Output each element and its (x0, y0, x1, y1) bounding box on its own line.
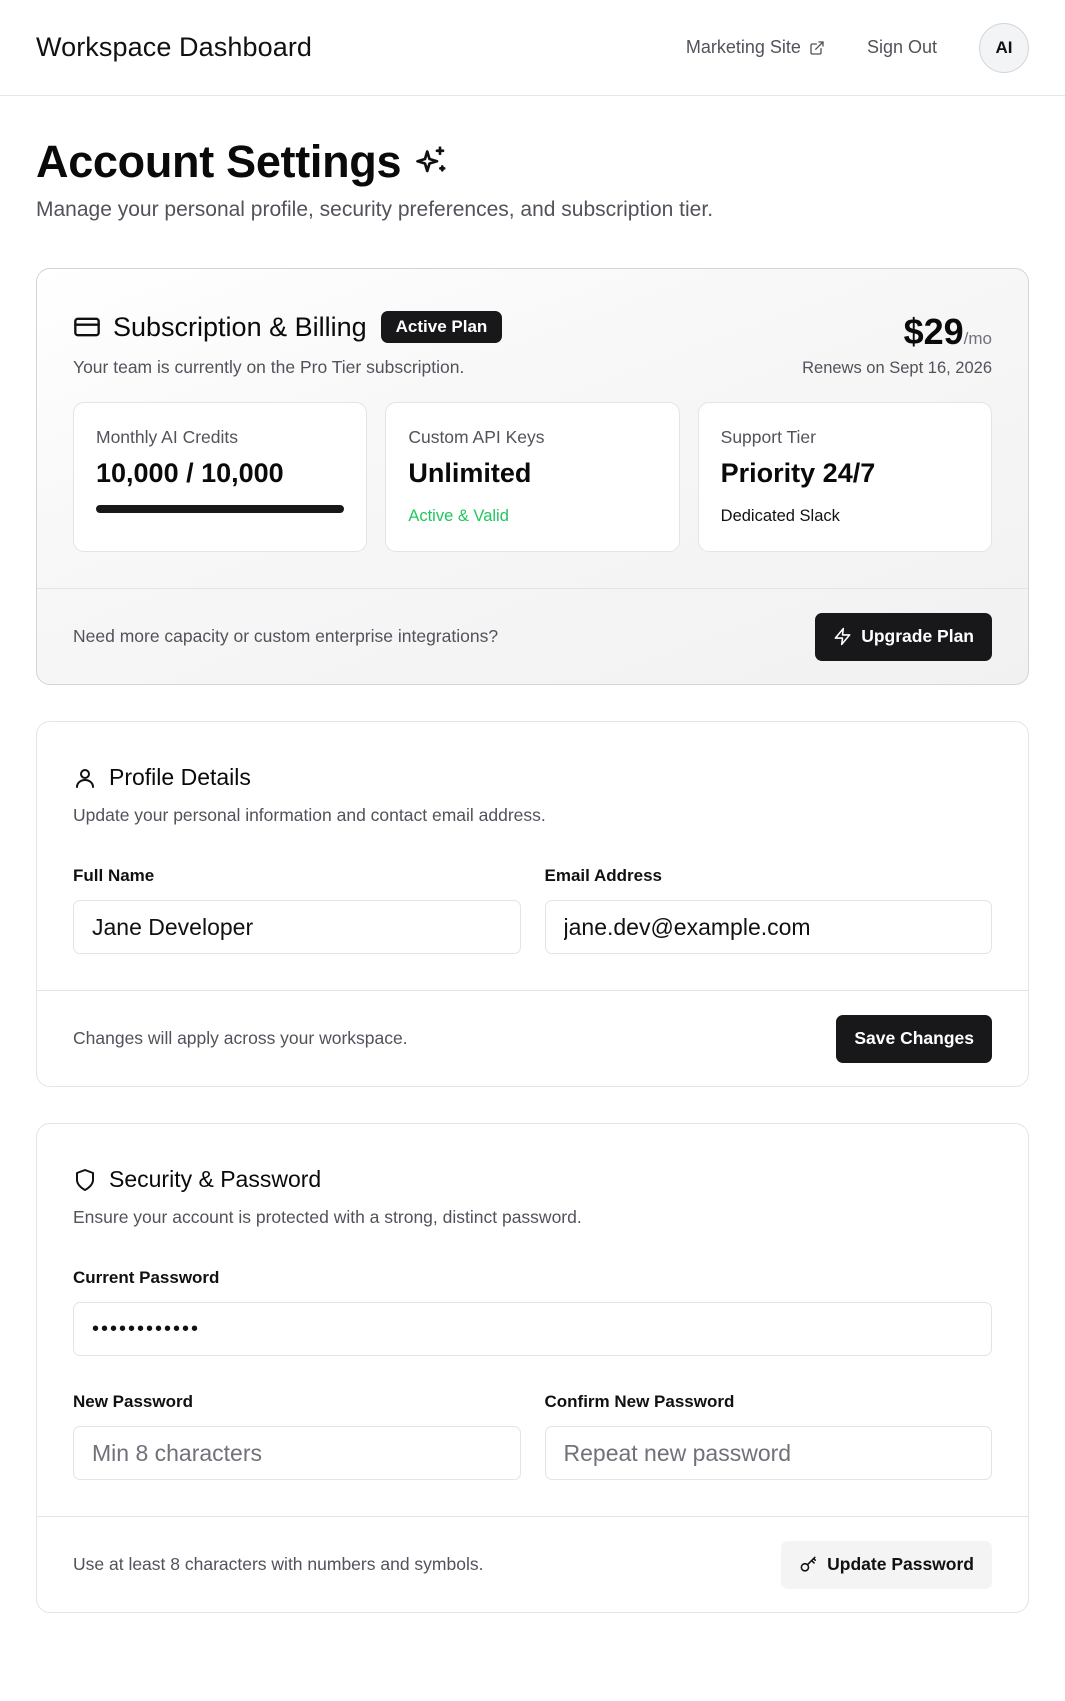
credits-progress-bar (96, 505, 345, 513)
main-content: Account Settings Manage your personal pr… (0, 96, 1065, 1613)
new-password-label: New Password (73, 1392, 193, 1411)
security-card: Security & Password Ensure your account … (36, 1123, 1029, 1613)
sign-out-link[interactable]: Sign Out (867, 37, 937, 58)
billing-header: Subscription & Billing Active Plan Your … (37, 269, 1028, 378)
upgrade-plan-button[interactable]: Upgrade Plan (815, 612, 992, 661)
confirm-password-label: Confirm New Password (544, 1392, 735, 1411)
security-footer: Use at least 8 characters with numbers a… (37, 1516, 1028, 1612)
security-description: Ensure your account is protected with a … (73, 1207, 582, 1227)
active-plan-badge: Active Plan (380, 311, 503, 343)
profile-title-row: Profile Details (73, 764, 992, 791)
zap-icon (833, 627, 852, 646)
security-title: Security & Password (109, 1166, 322, 1192)
current-password-input[interactable] (73, 1302, 992, 1356)
email-label: Email Address (544, 866, 662, 885)
profile-fields: Full Name Email Address (73, 866, 992, 954)
price-unit: /mo (963, 329, 992, 348)
stat-support-tier: Support Tier Priority 24/7 Dedicated Sla… (697, 402, 992, 552)
current-password-row: Current Password (73, 1268, 992, 1356)
price-block: $29/mo Renews on Sept 16, 2026 (802, 311, 992, 378)
confirm-password-input[interactable] (544, 1426, 992, 1480)
billing-description: Your team is currently on the Pro Tier s… (73, 357, 465, 377)
update-password-button[interactable]: Update Password (781, 1540, 992, 1589)
brand-title: Workspace Dashboard (36, 32, 313, 62)
avatar[interactable]: AI (979, 22, 1029, 73)
user-icon (73, 766, 97, 790)
stat-api-keys: Custom API Keys Unlimited Active & Valid (385, 402, 680, 552)
stat-status: Active & Valid (408, 507, 509, 525)
security-title-row: Security & Password (73, 1166, 992, 1193)
key-icon (799, 1555, 818, 1574)
full-name-field: Full Name (73, 866, 521, 954)
profile-description: Update your personal information and con… (73, 805, 546, 825)
external-link-icon (809, 40, 825, 56)
billing-footer: Need more capacity or custom enterprise … (37, 588, 1028, 684)
new-password-input[interactable] (73, 1426, 521, 1480)
stat-detail: Dedicated Slack (720, 507, 840, 525)
security-footer-note: Use at least 8 characters with numbers a… (73, 1554, 484, 1574)
stat-label: Support Tier (720, 427, 816, 447)
stat-value: 10,000 / 10,000 (96, 458, 284, 488)
profile-footer-note: Changes will apply across your workspace… (73, 1028, 408, 1048)
marketing-site-link[interactable]: Marketing Site (686, 37, 825, 58)
save-changes-button[interactable]: Save Changes (836, 1014, 992, 1063)
email-input[interactable] (544, 900, 992, 954)
update-password-label: Update Password (827, 1554, 974, 1574)
confirm-password-field: Confirm New Password (544, 1392, 992, 1480)
credit-card-icon (73, 313, 101, 341)
page-title: Account Settings (36, 136, 402, 187)
page-subtitle: Manage your personal profile, security p… (36, 198, 714, 221)
top-bar: Workspace Dashboard Marketing Site Sign … (0, 0, 1065, 96)
marketing-site-label: Marketing Site (685, 37, 801, 57)
billing-card: Subscription & Billing Active Plan Your … (36, 268, 1029, 685)
stat-label: Custom API Keys (408, 427, 545, 447)
current-password-field: Current Password (73, 1268, 992, 1356)
renewal-date: Renews on Sept 16, 2026 (802, 359, 992, 377)
billing-heading: Subscription & Billing Active Plan Your … (73, 311, 503, 378)
full-name-input[interactable] (73, 900, 521, 954)
full-name-label: Full Name (73, 866, 155, 885)
upgrade-plan-label: Upgrade Plan (861, 626, 974, 646)
new-password-field: New Password (73, 1392, 521, 1480)
shield-icon (73, 1168, 97, 1192)
profile-title: Profile Details (109, 764, 251, 790)
page-title-row: Account Settings (36, 136, 1029, 188)
profile-card: Profile Details Update your personal inf… (36, 721, 1029, 1087)
security-body: Security & Password Ensure your account … (37, 1124, 1028, 1516)
current-password-label: Current Password (73, 1268, 220, 1287)
email-field: Email Address (544, 866, 992, 954)
profile-footer: Changes will apply across your workspace… (37, 990, 1028, 1086)
stat-value: Unlimited (408, 458, 532, 488)
sparkles-icon (413, 144, 449, 180)
billing-footer-note: Need more capacity or custom enterprise … (73, 626, 499, 646)
stat-label: Monthly AI Credits (96, 427, 238, 447)
price-amount: $29 (903, 311, 964, 352)
top-nav: Marketing Site Sign Out AI (686, 22, 1029, 73)
stat-value: Priority 24/7 (720, 458, 876, 488)
billing-title: Subscription & Billing (113, 311, 367, 342)
stat-ai-credits: Monthly AI Credits 10,000 / 10,000 (73, 402, 368, 552)
profile-body: Profile Details Update your personal inf… (37, 722, 1028, 990)
billing-title-row: Subscription & Billing Active Plan (73, 311, 503, 343)
plan-stats: Monthly AI Credits 10,000 / 10,000 Custo… (37, 378, 1028, 588)
new-password-row: New Password Confirm New Password (73, 1392, 992, 1480)
